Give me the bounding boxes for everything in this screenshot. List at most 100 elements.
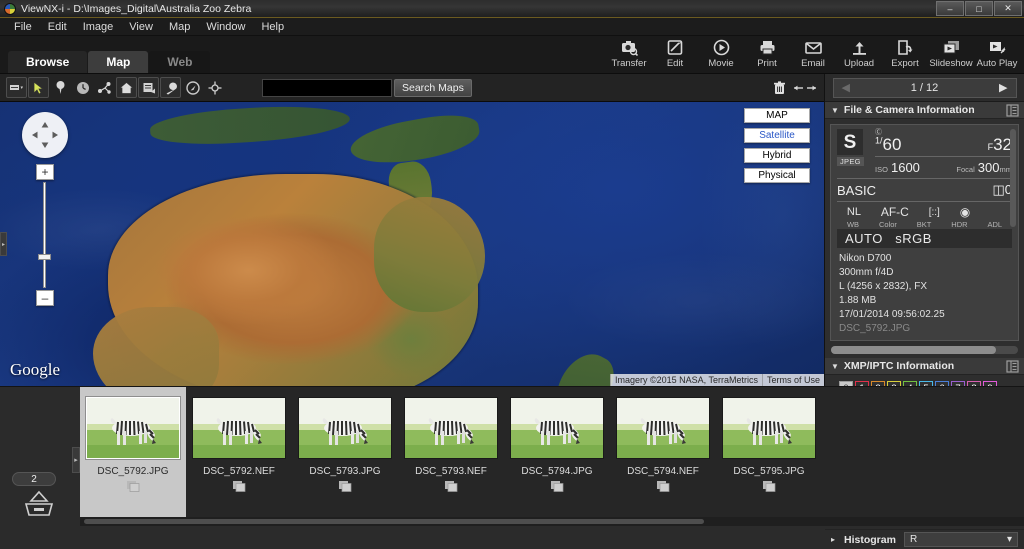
pan-control[interactable] — [22, 112, 68, 158]
camera-model: Nikon D700 — [839, 253, 892, 264]
filmstrip-collapse-handle[interactable]: ▸ — [72, 447, 80, 473]
thumbnail-item-4[interactable]: DSC_5794.JPG — [504, 387, 610, 526]
next-arrow-icon[interactable]: ▶ — [999, 81, 1007, 94]
map-attribution: Imagery ©2015 NASA, TerraMetrics Terms o… — [609, 374, 824, 386]
back-forward-icon[interactable] — [791, 77, 819, 98]
slideshow-button[interactable]: Slideshow — [928, 38, 974, 69]
xmp-section-header[interactable]: ▼ XMP/IPTC Information — [825, 358, 1024, 375]
view-mode-icon[interactable] — [6, 77, 27, 98]
shutter-speed: 1/60 — [875, 136, 901, 153]
tab-web[interactable]: Web — [149, 51, 211, 73]
filmstrip: 2 ▸ DSC_5792.JPG DSC_5792.NEF DSC_5793.J… — [0, 386, 1024, 526]
white-balance-icon: NL — [846, 206, 861, 218]
thumbnail-label-1: DSC_5792.NEF — [203, 466, 275, 477]
zoom-thumb[interactable] — [38, 254, 51, 260]
zoom-out-button[interactable]: – — [36, 290, 54, 306]
map-type-physical[interactable]: Physical — [744, 168, 810, 183]
home-icon[interactable] — [116, 77, 137, 98]
pager-position: 1 / 12 — [910, 81, 939, 94]
maximize-button[interactable]: □ — [965, 1, 993, 16]
menu-window[interactable]: Window — [198, 18, 253, 36]
minimize-button[interactable]: – — [936, 1, 964, 16]
thumbnail-image-6[interactable] — [722, 397, 816, 459]
stack-icon-4 — [550, 481, 564, 492]
map-canvas[interactable]: ▸ + – MAP Satellite Hybrid Physical Goog… — [0, 102, 824, 386]
email-button[interactable]: Email — [790, 38, 836, 69]
clock-icon[interactable] — [72, 77, 93, 98]
filmstrip-sidebar: 2 ▸ — [0, 387, 80, 526]
thumbnail-item-1[interactable]: DSC_5792.NEF — [186, 387, 292, 526]
aperture: F32 — [988, 136, 1012, 153]
histogram-channel-select[interactable]: R ▾ — [903, 532, 1018, 547]
menu-view[interactable]: View — [121, 18, 161, 36]
window-title: ViewNX-i - D:\Images_Digital\Australia Z… — [21, 2, 252, 15]
caption-bkt: BKT — [916, 220, 932, 229]
prev-arrow-icon[interactable]: ◀ — [842, 81, 850, 94]
log-icon[interactable] — [138, 77, 159, 98]
close-button[interactable]: ✕ — [994, 1, 1022, 16]
thumbnail-item-5[interactable]: DSC_5794.NEF — [610, 387, 716, 526]
export-button[interactable]: Export — [882, 38, 928, 69]
chevron-right-icon[interactable]: ▸ — [831, 535, 835, 544]
compass-icon[interactable] — [182, 77, 203, 98]
trash-icon[interactable] — [769, 77, 790, 98]
pin-icon[interactable] — [50, 77, 71, 98]
menu-image[interactable]: Image — [75, 18, 122, 36]
thumbnail-item-0[interactable]: DSC_5792.JPG — [80, 387, 186, 526]
wrench-icon[interactable] — [160, 77, 181, 98]
af-mode: AF-C — [880, 205, 909, 219]
menu-edit[interactable]: Edit — [40, 18, 75, 36]
map-collapse-handle[interactable]: ▸ — [0, 232, 7, 256]
thumbnail-item-3[interactable]: DSC_5793.NEF — [398, 387, 504, 526]
email-icon — [804, 38, 822, 57]
terms-of-use-link[interactable]: Terms of Use — [761, 374, 824, 386]
thumbnail-item-2[interactable]: DSC_5793.JPG — [292, 387, 398, 526]
map-type-satellite[interactable]: Satellite — [744, 128, 810, 143]
menu-file[interactable]: File — [6, 18, 40, 36]
edit-label: Edit — [666, 58, 684, 69]
thumbnail-label-5: DSC_5794.NEF — [627, 466, 699, 477]
thumbnail-image-4[interactable] — [510, 397, 604, 459]
transfer-button[interactable]: Transfer — [606, 38, 652, 69]
hdr-icon: ◉ — [959, 205, 971, 219]
window-controls: – □ ✕ — [936, 1, 1022, 16]
map-type-hybrid[interactable]: Hybrid — [744, 148, 810, 163]
menu-help[interactable]: Help — [253, 18, 292, 36]
file-camera-section-header[interactable]: ▼ File & Camera Information — [825, 102, 1024, 119]
tab-map[interactable]: Map — [88, 51, 149, 73]
zoom-slider[interactable]: + – — [35, 164, 55, 306]
movie-button[interactable]: Movie — [698, 38, 744, 69]
xmp-options-icon[interactable] — [1006, 360, 1019, 373]
track-icon[interactable] — [94, 77, 115, 98]
thumbnail-image-1[interactable] — [192, 397, 286, 459]
stack-icon-0 — [126, 481, 140, 492]
thumbnail-image-3[interactable] — [404, 397, 498, 459]
search-input[interactable] — [262, 78, 392, 97]
exif-vertical-scrollbar[interactable] — [1010, 129, 1016, 227]
output-tray-icon[interactable] — [22, 490, 56, 518]
search-maps-button[interactable]: Search Maps — [394, 78, 472, 97]
transfer-icon — [621, 38, 638, 57]
auto-play-button[interactable]: Auto Play — [974, 38, 1020, 69]
tab-browse[interactable]: Browse — [8, 51, 88, 73]
thumbnail-image-0[interactable] — [86, 397, 180, 459]
stack-icon-3 — [444, 481, 458, 492]
filmstrip-scrollbar[interactable] — [80, 517, 1024, 526]
exif-horizontal-scrollbar[interactable] — [831, 346, 1018, 354]
pointer-icon[interactable] — [28, 77, 49, 98]
menu-map[interactable]: Map — [161, 18, 198, 36]
edit-button[interactable]: Edit — [652, 38, 698, 69]
zoom-in-button[interactable]: + — [36, 164, 54, 180]
shutter-fraction: 1/ — [875, 135, 883, 146]
thumbnail-image-5[interactable] — [616, 397, 710, 459]
map-type-map[interactable]: MAP — [744, 108, 810, 123]
zoom-track[interactable] — [43, 182, 46, 288]
thumbnail-image-2[interactable] — [298, 397, 392, 459]
thumbnail-label-4: DSC_5794.JPG — [521, 466, 593, 477]
target-icon[interactable] — [204, 77, 225, 98]
focal-label: Focal — [956, 165, 975, 174]
upload-button[interactable]: Upload — [836, 38, 882, 69]
thumbnail-item-6[interactable]: DSC_5795.JPG — [716, 387, 822, 526]
panel-options-icon[interactable] — [1006, 104, 1019, 117]
print-button[interactable]: Print — [744, 38, 790, 69]
